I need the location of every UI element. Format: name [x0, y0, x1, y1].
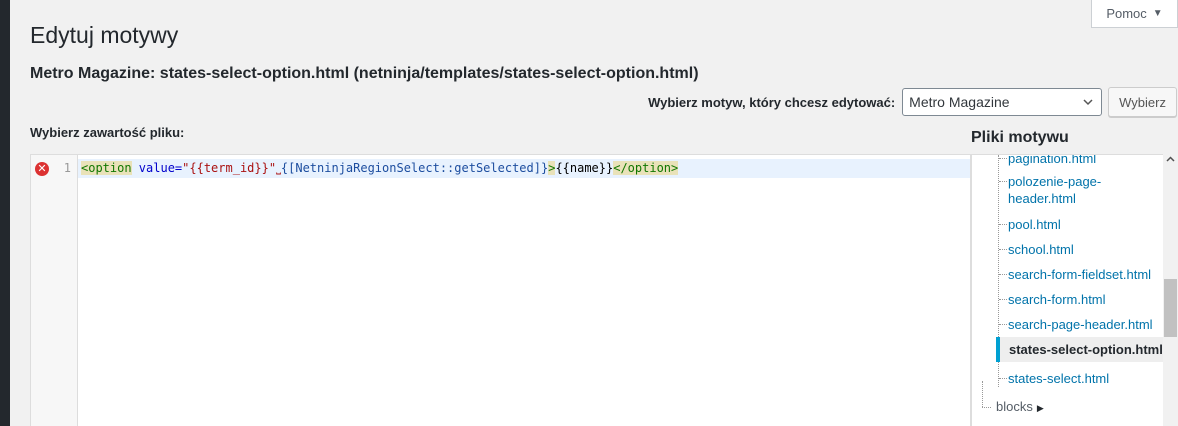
file-pool[interactable]: pool.html	[999, 216, 1164, 233]
code-attribute: value=	[131, 161, 183, 175]
help-tab-button[interactable]: Pomoc ▼	[1091, 0, 1178, 28]
file-pagination[interactable]: pagination.html	[999, 154, 1164, 167]
theme-select[interactable]: Metro Magazine	[902, 88, 1103, 116]
file-label: states-select-option.html	[1009, 342, 1163, 357]
code-text: {{name}}	[555, 161, 614, 175]
folder-connector	[982, 381, 983, 407]
theme-select-label: Wybierz motyw, który chcesz edytować:	[648, 94, 896, 110]
page-title: Edytuj motywy	[30, 22, 179, 48]
theme-select-value: Metro Magazine	[909, 94, 1010, 110]
file-search-form-fieldset[interactable]: search-form-fieldset.html	[999, 266, 1164, 283]
line-number: 1	[63, 161, 71, 175]
file-label: school.html	[1008, 242, 1074, 257]
theme-files-title: Pliki motywu	[971, 129, 1069, 146]
file-label: search-page-header.html	[1008, 317, 1153, 332]
chevron-down-icon	[1083, 99, 1093, 106]
editor-gutter: ✕ 1	[31, 155, 78, 426]
select-theme-button[interactable]: Wybierz	[1108, 87, 1177, 117]
code-editor[interactable]: ✕ 1 <option value="{{term_id}}"⎵{[Netnin…	[30, 154, 971, 426]
code-open-tag: <option	[81, 161, 132, 175]
file-search-form[interactable]: search-form.html	[999, 291, 1164, 308]
help-tab-label: Pomoc	[1106, 6, 1147, 21]
file-label: search-form-fieldset.html	[1008, 267, 1152, 282]
file-states-select[interactable]: states-select.html	[999, 370, 1164, 387]
scrollbar-thumb[interactable]	[1164, 279, 1177, 337]
file-label: search-form.html	[1008, 292, 1106, 307]
caret-right-icon: ▶	[1036, 403, 1044, 413]
folder-label: blocks	[996, 399, 1033, 414]
file-label: polozenie-page-header.html	[1008, 174, 1102, 206]
code-close-tag: </option>	[613, 161, 679, 175]
folder-blocks[interactable]: blocks ▶	[982, 399, 1044, 414]
theme-select-row: Wybierz motyw, który chcesz edytować: Me…	[648, 87, 1177, 117]
file-label: pool.html	[1008, 217, 1061, 232]
code-string: "{{term_id}}"	[182, 161, 277, 175]
theme-files-tree: pagination.html polozenie-page-header.ht…	[971, 154, 1178, 426]
scroll-up-icon[interactable]	[1166, 155, 1175, 164]
file-states-select-option-active[interactable]: states-select-option.html	[996, 337, 1164, 362]
caret-down-icon: ▼	[1152, 8, 1163, 19]
file-polozenie-page-header[interactable]: polozenie-page-header.html	[999, 173, 1164, 207]
code-plain: {[NetninjaRegionSelect::getSelected]}	[280, 161, 549, 175]
file-heading: Metro Magazine: states-select-option.htm…	[30, 65, 699, 82]
error-icon[interactable]: ✕	[35, 162, 49, 176]
file-content-label: Wybierz zawartość pliku:	[30, 125, 185, 140]
file-school[interactable]: school.html	[999, 241, 1164, 258]
files-scrollbar[interactable]	[1163, 154, 1178, 426]
file-label: pagination.html	[1008, 154, 1097, 166]
admin-sidebar-edge	[0, 0, 10, 426]
file-search-page-header[interactable]: search-page-header.html	[999, 316, 1164, 333]
code-line[interactable]: <option value="{{term_id}}"⎵{[NetninjaRe…	[78, 159, 970, 178]
file-label: states-select.html	[1008, 371, 1110, 386]
